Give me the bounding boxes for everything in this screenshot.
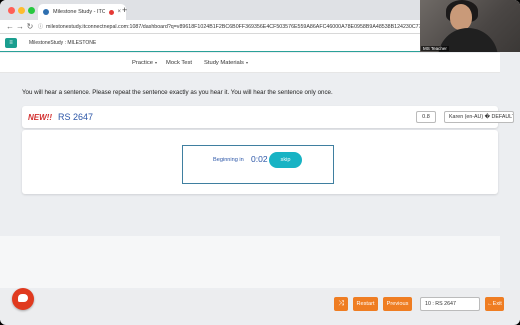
question-code: RS 2647 [58,112,94,122]
browser-tab[interactable]: Milestone Study - ITCN × [38,4,126,20]
main-nav: Practice ▾ Mock Test Study Materials ▾ [0,53,500,73]
chat-bubble-icon [18,294,28,302]
nav-study-materials[interactable]: Study Materials ▾ [204,60,248,66]
participant-name: MS Teacher [421,46,449,51]
site-favicon-icon [43,9,49,15]
info-icon[interactable]: ⓘ [38,23,43,30]
voice-select[interactable]: Karen (en-AU) � DEFAULT [444,111,514,123]
countdown-timer: 0:02 [251,154,268,164]
previous-button[interactable]: Previous [383,297,412,311]
exit-label: Exit [492,301,502,307]
chevron-down-icon: ▾ [245,60,248,65]
new-tab-button[interactable]: + [122,5,127,15]
forward-icon[interactable]: → [15,22,25,31]
task-instruction: You will hear a sentence. Please repeat … [22,89,333,96]
shuffle-button[interactable]: ⤨ [334,297,348,311]
skip-button[interactable]: skip [269,152,302,168]
nav-label: Mock Test [166,60,192,66]
tab-title: Milestone Study - ITCN [53,9,106,15]
address-bar[interactable]: milestonestudy.itconnectnepal.com:1087/d… [46,24,424,30]
question-select[interactable]: 10 : RS 2647 [420,297,480,311]
zoom-window-button[interactable] [28,7,35,14]
participant-face [450,4,472,30]
chat-widget-button[interactable] [12,288,34,310]
browser-window: Milestone Study - ITCN × + ← → ↻ ⓘ miles… [0,0,520,325]
nav-practice[interactable]: Practice ▾ [132,60,157,66]
countdown-label: Beginning in [213,157,244,163]
speed-select[interactable]: 0.8 [416,111,436,123]
video-call-overlay[interactable]: MS Teacher [420,0,520,52]
nav-label: Study Materials [204,60,244,66]
exit-button[interactable]: ←Exit [485,297,504,311]
nav-mock-test[interactable]: Mock Test [166,60,192,66]
recorder-box: Beginning in 0:02 skip [182,145,334,184]
reload-icon[interactable]: ↻ [25,22,35,31]
tab-close-icon[interactable]: × [117,9,121,15]
recording-dot-icon [109,9,115,15]
nav-label: Practice [132,60,153,66]
new-badge: NEW!! [28,113,52,122]
question-header: NEW!! RS 2647 0.8 Karen (en-AU) � DEFAUL… [22,106,514,128]
content-area [0,236,500,288]
close-window-button[interactable] [8,7,15,14]
menu-icon[interactable]: ≡ [5,37,17,48]
minimize-window-button[interactable] [18,7,25,14]
restart-button[interactable]: Restart [353,297,378,311]
chevron-down-icon: ▾ [154,60,157,65]
brand-label[interactable]: MilestoneStudy : MILESTONE [29,40,96,46]
back-icon[interactable]: ← [5,22,15,31]
